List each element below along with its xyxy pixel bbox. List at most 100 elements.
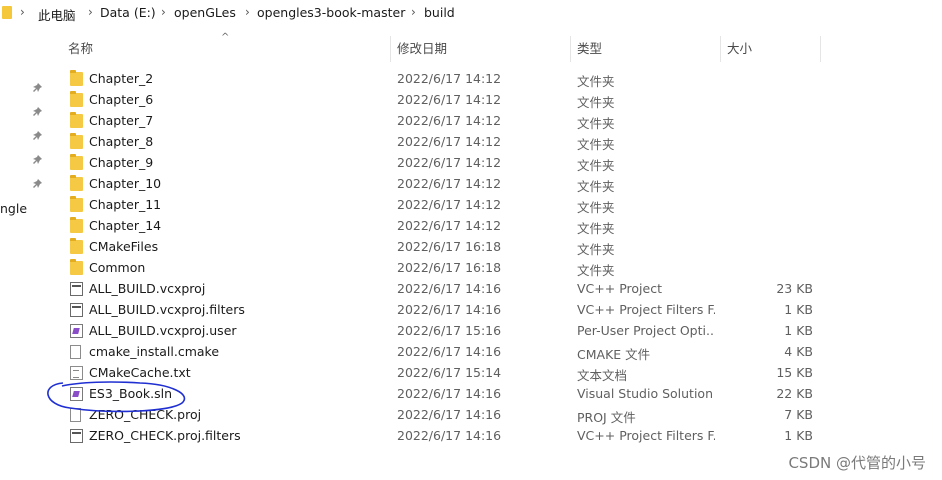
- pin-icon[interactable]: [33, 83, 43, 93]
- file-row[interactable]: ZERO_CHECK.proj 2022/6/17 14:16 PROJ 文件 7 K…: [60, 405, 820, 426]
- folder-icon: [2, 6, 12, 19]
- column-divider[interactable]: [390, 36, 391, 62]
- folder-icon: [70, 196, 83, 212]
- file-name: Chapter_14: [89, 218, 162, 233]
- file-type: 文件夹: [577, 137, 615, 152]
- text-file-icon: [70, 366, 83, 380]
- breadcrumb-item[interactable]: opengles3-book-master: [257, 5, 405, 20]
- file-type: 文件夹: [577, 242, 615, 257]
- folder-icon: [70, 133, 83, 149]
- file-name: ALL_BUILD.vcxproj: [89, 281, 206, 296]
- file-row[interactable]: Chapter_2 2022/6/17 14:12 文件夹: [60, 69, 820, 90]
- file-row[interactable]: ALL_BUILD.vcxproj.user 2022/6/17 15:16 Per…: [60, 321, 820, 342]
- column-header-type[interactable]: 类型: [577, 36, 602, 62]
- file-row[interactable]: ALL_BUILD.vcxproj 2022/6/17 14:16 VC++ Pro…: [60, 279, 820, 300]
- nav-pane-item[interactable]: ngle: [0, 201, 27, 216]
- file-row[interactable]: Chapter_8 2022/6/17 14:12 文件夹: [60, 132, 820, 153]
- folder-icon: [70, 70, 83, 86]
- file-name: Chapter_9: [89, 155, 154, 170]
- file-date: 2022/6/17 14:12: [397, 197, 502, 212]
- file-date: 2022/6/17 14:12: [397, 176, 502, 191]
- file-name: Chapter_6: [89, 92, 154, 107]
- pin-icon[interactable]: [33, 179, 43, 189]
- vcxproj-icon: [70, 282, 83, 296]
- file-row[interactable]: ALL_BUILD.vcxproj.filters 2022/6/17 14:16…: [60, 300, 820, 321]
- file-size: 1 KB: [784, 302, 813, 317]
- file-row[interactable]: Chapter_11 2022/6/17 14:12 文件夹: [60, 195, 820, 216]
- file-row[interactable]: ZERO_CHECK.proj.filters 2022/6/17 14:16 VC…: [60, 426, 820, 447]
- file-date: 2022/6/17 14:16: [397, 281, 502, 296]
- file-date: 2022/6/17 15:16: [397, 323, 502, 338]
- file-row[interactable]: Chapter_10 2022/6/17 14:12 文件夹: [60, 174, 820, 195]
- file-date: 2022/6/17 14:16: [397, 344, 502, 359]
- file-type: 文本文档: [577, 368, 628, 383]
- pin-icon[interactable]: [33, 107, 43, 117]
- column-divider[interactable]: [820, 36, 821, 62]
- file-date: 2022/6/17 14:12: [397, 218, 502, 233]
- file-name: ES3_Book.sln: [89, 386, 173, 401]
- file-row[interactable]: Common 2022/6/17 16:18 文件夹: [60, 258, 820, 279]
- folder-icon: [70, 259, 83, 275]
- column-header-name[interactable]: 名称: [68, 36, 93, 62]
- file-date: 2022/6/17 15:14: [397, 365, 502, 380]
- file-row[interactable]: CMakeCache.txt 2022/6/17 15:14 文本文档 15 KB: [60, 363, 820, 384]
- folder-icon: [70, 175, 83, 191]
- breadcrumb-item[interactable]: openGLes: [174, 5, 236, 20]
- column-divider[interactable]: [720, 36, 721, 62]
- file-type: VC++ Project Filters F...: [577, 302, 715, 317]
- file-size: 1 KB: [784, 428, 813, 443]
- vs-solution-icon: [70, 387, 83, 401]
- column-header-size[interactable]: 大小: [727, 36, 752, 62]
- folder-icon: [70, 112, 83, 128]
- folder-icon: [70, 154, 83, 170]
- file-name: ZERO_CHECK.proj: [89, 407, 202, 422]
- pin-icon[interactable]: [33, 131, 43, 141]
- file-date: 2022/6/17 16:18: [397, 260, 502, 275]
- chevron-right-icon: ›: [245, 5, 250, 19]
- file-type: 文件夹: [577, 179, 615, 194]
- column-header-date[interactable]: 修改日期: [397, 36, 447, 62]
- file-row[interactable]: ES3_Book.sln 2022/6/17 14:16 Visual Studio…: [60, 384, 820, 405]
- file-date: 2022/6/17 14:12: [397, 92, 502, 107]
- file-type: 文件夹: [577, 158, 615, 173]
- file-type: 文件夹: [577, 200, 615, 215]
- file-date: 2022/6/17 14:12: [397, 134, 502, 149]
- file-row[interactable]: Chapter_6 2022/6/17 14:12 文件夹: [60, 90, 820, 111]
- breadcrumb-item[interactable]: build: [424, 5, 455, 20]
- breadcrumb-item[interactable]: Data (E:): [100, 5, 156, 20]
- file-name: ZERO_CHECK.proj.filters: [89, 428, 241, 443]
- file-row[interactable]: CMakeFiles 2022/6/17 16:18 文件夹: [60, 237, 820, 258]
- file-date: 2022/6/17 16:18: [397, 239, 502, 254]
- folder-icon: [70, 91, 83, 107]
- file-date: 2022/6/17 14:16: [397, 302, 502, 317]
- sort-ascending-icon: ^: [221, 32, 230, 43]
- file-type: 文件夹: [577, 95, 615, 110]
- file-type: VC++ Project Filters F...: [577, 428, 715, 443]
- file-type: PROJ 文件: [577, 410, 636, 425]
- file-size: 15 KB: [776, 365, 813, 380]
- pin-icon[interactable]: [33, 155, 43, 165]
- file-name: Chapter_10: [89, 176, 162, 191]
- file-date: 2022/6/17 14:16: [397, 428, 502, 443]
- chevron-right-icon: ›: [20, 5, 25, 19]
- file-type: 文件夹: [577, 74, 615, 89]
- file-name: Chapter_8: [89, 134, 154, 149]
- file-name: ALL_BUILD.vcxproj.user: [89, 323, 237, 338]
- filters-icon: [70, 429, 83, 443]
- watermark: CSDN @代管的小号: [788, 454, 926, 472]
- file-date: 2022/6/17 14:12: [397, 155, 502, 170]
- file-row[interactable]: Chapter_9 2022/6/17 14:12 文件夹: [60, 153, 820, 174]
- file-name: Chapter_11: [89, 197, 162, 212]
- file-name: Chapter_2: [89, 71, 154, 86]
- file-date: 2022/6/17 14:16: [397, 407, 502, 422]
- breadcrumb-item[interactable]: 此电脑: [38, 5, 76, 24]
- file-name: Chapter_7: [89, 113, 154, 128]
- address-bar[interactable]: › 此电脑 › Data (E:) › openGLes › opengles3…: [0, 0, 942, 26]
- filters-icon: [70, 303, 83, 317]
- chevron-right-icon: ›: [411, 5, 416, 19]
- column-divider[interactable]: [570, 36, 571, 62]
- file-row[interactable]: Chapter_7 2022/6/17 14:12 文件夹: [60, 111, 820, 132]
- file-row[interactable]: Chapter_14 2022/6/17 14:12 文件夹: [60, 216, 820, 237]
- file-type: 文件夹: [577, 116, 615, 131]
- file-row[interactable]: cmake_install.cmake 2022/6/17 14:16 CMAKE …: [60, 342, 820, 363]
